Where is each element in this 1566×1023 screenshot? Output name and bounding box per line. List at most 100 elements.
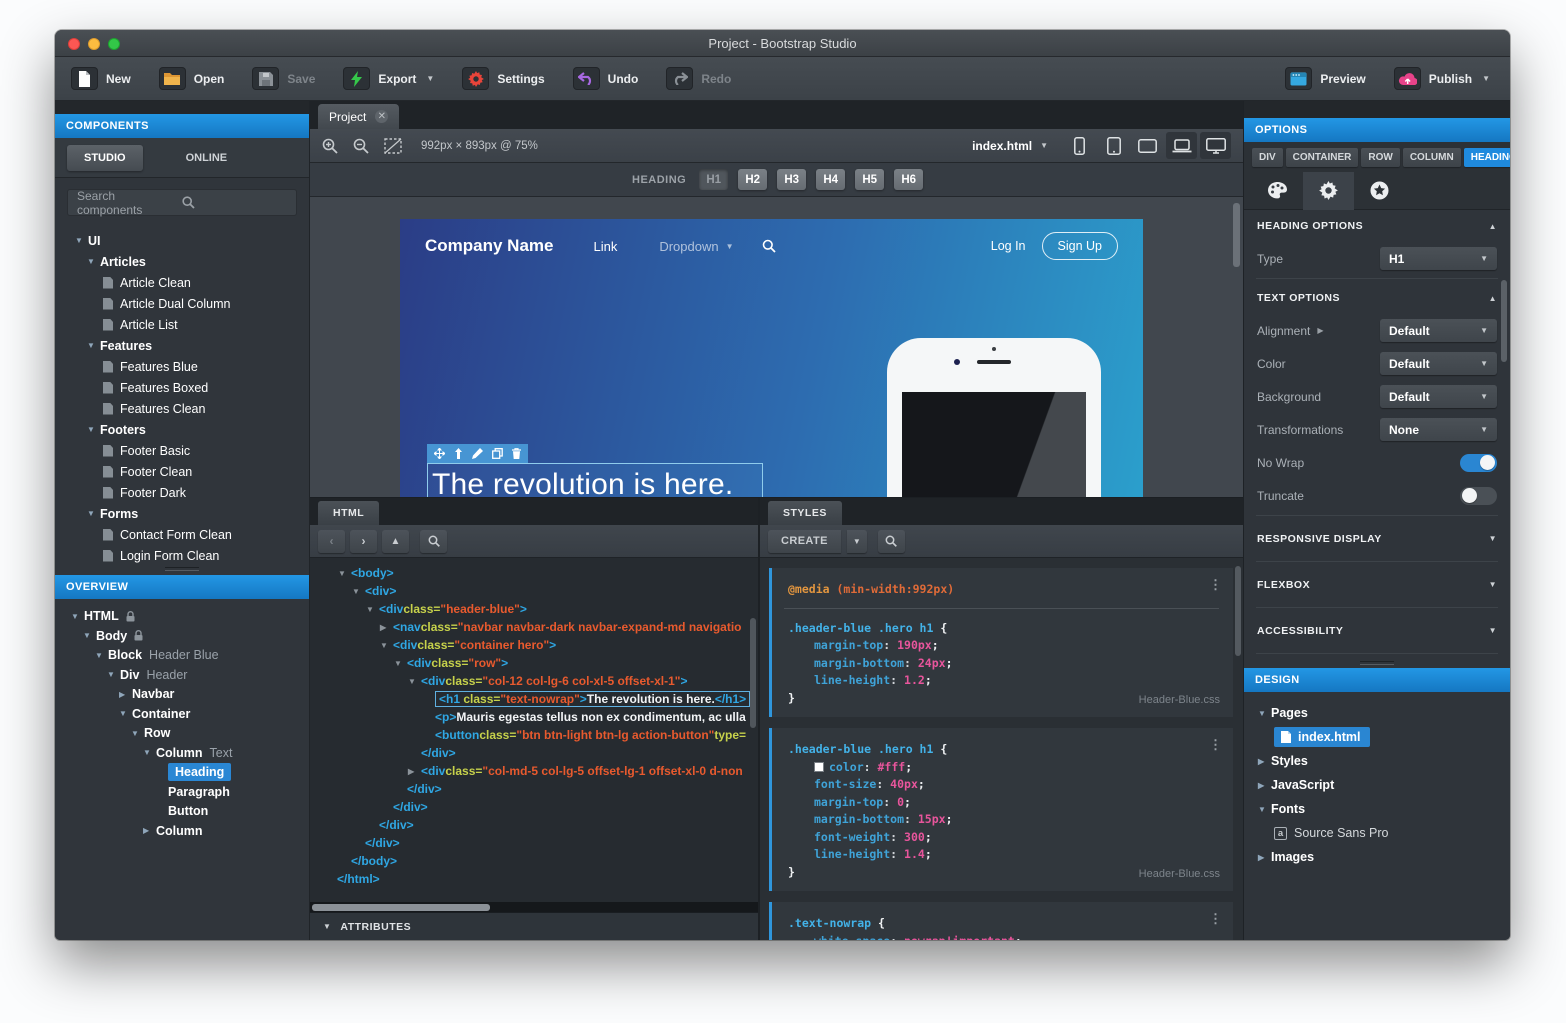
kebab-menu-icon[interactable]: ⋮ <box>1209 737 1222 755</box>
expander-icon[interactable]: ▼ <box>75 236 88 245</box>
breadcrumb-container[interactable]: CONTAINER <box>1286 148 1359 167</box>
html-vscrollbar[interactable] <box>750 618 756 728</box>
attributes-section-header[interactable]: ▼ ATTRIBUTES <box>310 912 758 940</box>
expander-icon[interactable]: ▶ <box>1258 757 1271 766</box>
overview-node[interactable]: ▼BlockHeader Blue <box>55 646 309 666</box>
code-line[interactable]: <h1 class="text-nowrap">The revolution i… <box>310 690 758 708</box>
options-resize-handle[interactable] <box>1244 657 1510 668</box>
design-source-sans-pro[interactable]: aSource Sans Pro <box>1244 821 1510 845</box>
color-dropdown[interactable]: Default▼ <box>1380 352 1497 375</box>
expander-icon[interactable]: ▼ <box>394 659 407 668</box>
type-dropdown[interactable]: H1▼ <box>1380 247 1497 270</box>
component-item[interactable]: Login Form Clean <box>55 545 309 564</box>
code-line[interactable]: </div> <box>310 798 758 816</box>
component-group[interactable]: ▼UI <box>55 230 309 251</box>
zoom-window-button[interactable] <box>108 38 120 50</box>
code-line[interactable]: ▼<body> <box>310 564 758 582</box>
canvas-scrollbar[interactable] <box>1233 203 1240 267</box>
section-responsive-display[interactable]: RESPONSIVE DISPLAY▼ <box>1244 519 1510 558</box>
tab-appearance-palette-icon[interactable] <box>1252 172 1303 209</box>
expander-icon[interactable]: ▶ <box>1258 853 1271 862</box>
save-button[interactable]: Save <box>252 67 315 90</box>
expander-icon[interactable]: ▼ <box>143 748 156 757</box>
device-tablet-landscape-button[interactable] <box>1132 132 1163 159</box>
zoom-out-button[interactable] <box>353 138 369 154</box>
page-selector-dropdown[interactable]: index.html ▼ <box>972 139 1048 153</box>
breadcrumb-heading[interactable]: HEADING <box>1464 148 1510 167</box>
code-line[interactable]: </html> <box>310 870 758 888</box>
styles-search-button[interactable] <box>878 530 905 553</box>
overview-node[interactable]: Button <box>55 802 309 822</box>
color-swatch[interactable] <box>814 762 824 772</box>
code-line[interactable]: ▼<div> <box>310 582 758 600</box>
preview-brand[interactable]: Company Name <box>425 236 553 256</box>
code-line[interactable]: <p>Mauris egestas tellus non ex condimen… <box>310 708 758 726</box>
code-line[interactable]: ▼<div class="col-12 col-lg-6 col-xl-5 of… <box>310 672 758 690</box>
overview-node[interactable]: Paragraph <box>55 782 309 802</box>
component-item[interactable]: Footer Basic <box>55 440 309 461</box>
move-up-icon[interactable] <box>454 448 463 459</box>
expander-icon[interactable]: ▶ <box>119 690 132 699</box>
tab-animation-star-icon[interactable] <box>1354 172 1405 209</box>
component-item[interactable]: Footer Clean <box>55 461 309 482</box>
html-search-button[interactable] <box>420 530 447 553</box>
page-preview[interactable]: Company Name Link Dropdown▼ Log In Sign … <box>400 219 1143 497</box>
grid-toggle-button[interactable] <box>384 138 402 154</box>
style-rule-card[interactable]: ⋮@media (min-width:992px).header-blue .h… <box>769 568 1233 717</box>
edit-pencil-icon[interactable] <box>472 448 483 459</box>
components-scrollbar[interactable] <box>1501 280 1507 362</box>
expander-icon[interactable]: ▼ <box>83 631 96 640</box>
code-line[interactable]: </div> <box>310 834 758 852</box>
heading-button-h4[interactable]: H4 <box>816 169 845 190</box>
design-index-html[interactable]: index.html <box>1244 725 1510 749</box>
open-button[interactable]: Open <box>159 67 225 90</box>
breadcrumb-column[interactable]: COLUMN <box>1403 148 1461 167</box>
code-line[interactable]: ▼<div class="header-blue"> <box>310 600 758 618</box>
create-style-button[interactable]: CREATE <box>768 530 841 553</box>
code-line[interactable]: <button class="btn btn-light btn-lg acti… <box>310 726 758 744</box>
component-item[interactable]: Article Dual Column <box>55 293 309 314</box>
hero-heading[interactable]: The revolution is here. <box>428 464 762 497</box>
component-item[interactable]: Article List <box>55 314 309 335</box>
expander-icon[interactable]: ▼ <box>366 605 379 614</box>
create-style-caret-button[interactable]: ▼ <box>847 530 867 553</box>
overview-node[interactable]: ▼DivHeader <box>55 665 309 685</box>
component-item[interactable]: Features Blue <box>55 356 309 377</box>
component-item[interactable]: Article Clean <box>55 272 309 293</box>
code-line[interactable]: ▶<nav class="navbar navbar-dark navbar-e… <box>310 618 758 636</box>
device-phone-button[interactable] <box>1064 132 1095 159</box>
publish-button[interactable]: Publish ▼ <box>1394 67 1490 90</box>
styles-vscrollbar[interactable] <box>1235 566 1241 656</box>
code-line[interactable]: </div> <box>310 816 758 834</box>
overview-node[interactable]: ▶Column <box>55 821 309 841</box>
device-tablet-button[interactable] <box>1098 132 1129 159</box>
section-flexbox[interactable]: FLEXBOX▼ <box>1244 565 1510 604</box>
tab-options-gear-icon[interactable] <box>1303 172 1354 210</box>
nav-up-button[interactable]: ▲ <box>382 530 409 553</box>
title-bar[interactable]: Project - Bootstrap Studio <box>55 30 1510 57</box>
tab-studio[interactable]: STUDIO <box>67 145 143 171</box>
expander-icon[interactable]: ▼ <box>1258 805 1271 814</box>
no-wrap-toggle[interactable] <box>1460 454 1497 472</box>
export-button[interactable]: Export ▼ <box>343 67 434 90</box>
expander-icon[interactable]: ▼ <box>408 677 421 686</box>
expander-icon[interactable]: ▼ <box>107 670 120 679</box>
overview-node[interactable]: ▼HTML <box>55 607 309 627</box>
code-line[interactable]: </div> <box>310 780 758 798</box>
alignment-dropdown[interactable]: Default▼ <box>1380 319 1497 342</box>
code-line[interactable]: </div> <box>310 744 758 762</box>
heading-button-h5[interactable]: H5 <box>855 169 884 190</box>
panel-resize-handle[interactable] <box>55 564 309 575</box>
selected-heading-outline[interactable]: The revolution is here. <box>427 463 763 497</box>
expander-icon[interactable]: ▶ <box>1258 781 1271 790</box>
device-desktop-button[interactable] <box>1200 132 1231 159</box>
heading-button-h3[interactable]: H3 <box>777 169 806 190</box>
design-canvas[interactable]: Company Name Link Dropdown▼ Log In Sign … <box>310 197 1243 497</box>
expander-icon[interactable]: ▶ <box>408 767 421 776</box>
expander-icon[interactable]: ▼ <box>87 509 100 518</box>
preview-signup-button[interactable]: Sign Up <box>1042 232 1118 260</box>
project-tab[interactable]: Project ✕ <box>318 104 399 129</box>
breadcrumb-div[interactable]: DIV <box>1252 148 1283 167</box>
style-rule-card[interactable]: ⋮.text-nowrap {white-space: nowrap!impor… <box>769 902 1233 940</box>
overview-node[interactable]: ▼Container <box>55 704 309 724</box>
